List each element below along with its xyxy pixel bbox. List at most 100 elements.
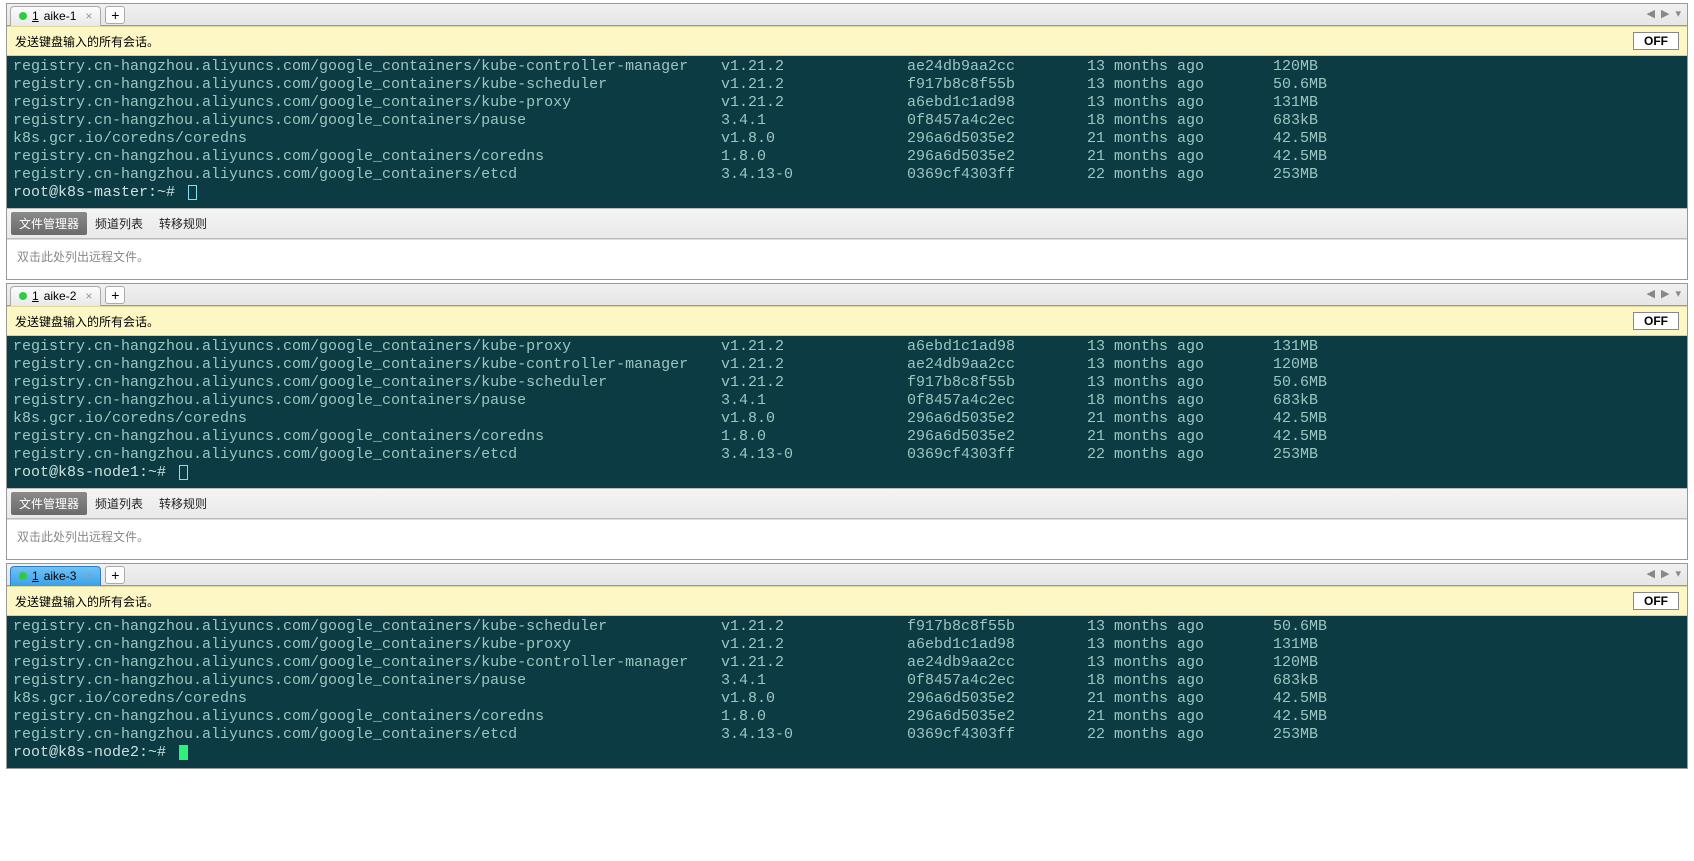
broadcast-off-button[interactable]: OFF [1633,592,1679,610]
bottom-tab[interactable]: 转移规则 [151,492,215,515]
col-size: 253MB [1273,166,1318,184]
col-image-id: 0f8457a4c2ec [907,672,1087,690]
col-size: 42.5MB [1273,428,1327,446]
col-image-id: 296a6d5035e2 [907,130,1087,148]
col-tag: 1.8.0 [721,428,907,446]
col-size: 253MB [1273,446,1318,464]
session-tab[interactable]: 1 aike-1× [10,6,101,26]
file-panel-placeholder[interactable]: 双击此处列出远程文件。 [7,239,1687,279]
col-created: 21 months ago [1087,148,1273,166]
image-row: registry.cn-hangzhou.aliyuncs.com/google… [13,338,1681,356]
col-created: 13 months ago [1087,636,1273,654]
image-row: registry.cn-hangzhou.aliyuncs.com/google… [13,112,1681,130]
tab-nav-left-icon[interactable]: ◀ [1645,7,1657,20]
col-image-id: 0f8457a4c2ec [907,112,1087,130]
bottom-tab-bar: 文件管理器频道列表转移规则 [7,208,1687,239]
col-tag: 3.4.13-0 [721,446,907,464]
col-image-id: ae24db9aa2cc [907,58,1087,76]
session-tab[interactable]: 1 aike-2× [10,286,101,306]
bottom-tab[interactable]: 频道列表 [87,212,151,235]
tab-nav-menu-icon[interactable]: ▾ [1673,567,1683,580]
col-repository: registry.cn-hangzhou.aliyuncs.com/google… [13,338,721,356]
col-repository: registry.cn-hangzhou.aliyuncs.com/google… [13,166,721,184]
col-image-id: a6ebd1c1ad98 [907,94,1087,112]
bottom-tab[interactable]: 文件管理器 [11,212,87,235]
broadcast-off-button[interactable]: OFF [1633,32,1679,50]
close-icon[interactable]: × [85,289,92,303]
col-repository: registry.cn-hangzhou.aliyuncs.com/google… [13,374,721,392]
col-image-id: 296a6d5035e2 [907,690,1087,708]
col-image-id: 0369cf4303ff [907,726,1087,744]
col-tag: v1.8.0 [721,690,907,708]
prompt-line[interactable]: root@k8s-master:~# [13,184,1681,202]
col-size: 42.5MB [1273,410,1327,428]
col-size: 131MB [1273,94,1318,112]
col-created: 13 months ago [1087,654,1273,672]
terminal-output[interactable]: registry.cn-hangzhou.aliyuncs.com/google… [7,616,1687,768]
tab-bar: 1 aike-2×+ ◀▶▾ [7,284,1687,306]
col-size: 131MB [1273,636,1318,654]
col-tag: 3.4.13-0 [721,166,907,184]
image-row: registry.cn-hangzhou.aliyuncs.com/google… [13,392,1681,410]
col-size: 50.6MB [1273,76,1327,94]
prompt-line[interactable]: root@k8s-node2:~# [13,744,1681,762]
banner-text: 发送键盘输入的所有会话。 [15,313,159,330]
image-row: registry.cn-hangzhou.aliyuncs.com/google… [13,708,1681,726]
banner-text: 发送键盘输入的所有会话。 [15,593,159,610]
session-tab[interactable]: 1 aike-3 × [10,566,101,586]
image-row: registry.cn-hangzhou.aliyuncs.com/google… [13,76,1681,94]
terminal-output[interactable]: registry.cn-hangzhou.aliyuncs.com/google… [7,56,1687,208]
col-tag: v1.21.2 [721,654,907,672]
tab-nav-right-icon[interactable]: ▶ [1659,287,1671,300]
col-repository: registry.cn-hangzhou.aliyuncs.com/google… [13,618,721,636]
bottom-tab[interactable]: 频道列表 [87,492,151,515]
tab-nav-left-icon[interactable]: ◀ [1645,287,1657,300]
col-repository: registry.cn-hangzhou.aliyuncs.com/google… [13,58,721,76]
col-created: 22 months ago [1087,166,1273,184]
close-icon[interactable]: × [85,9,92,23]
tab-nav-right-icon[interactable]: ▶ [1659,7,1671,20]
prompt-line[interactable]: root@k8s-node1:~# [13,464,1681,482]
add-tab-button[interactable]: + [105,566,125,584]
col-created: 22 months ago [1087,446,1273,464]
image-row: registry.cn-hangzhou.aliyuncs.com/google… [13,58,1681,76]
col-image-id: 296a6d5035e2 [907,148,1087,166]
col-repository: registry.cn-hangzhou.aliyuncs.com/google… [13,392,721,410]
col-created: 13 months ago [1087,374,1273,392]
image-row: registry.cn-hangzhou.aliyuncs.com/google… [13,726,1681,744]
tab-nav-left-icon[interactable]: ◀ [1645,567,1657,580]
bottom-tab[interactable]: 文件管理器 [11,492,87,515]
close-icon[interactable]: × [85,569,92,583]
col-size: 131MB [1273,338,1318,356]
col-tag: 3.4.1 [721,112,907,130]
col-tag: v1.21.2 [721,356,907,374]
image-row: registry.cn-hangzhou.aliyuncs.com/google… [13,636,1681,654]
col-tag: v1.8.0 [721,410,907,428]
col-tag: 3.4.1 [721,672,907,690]
broadcast-off-button[interactable]: OFF [1633,312,1679,330]
tab-number: 1 [32,569,39,583]
col-created: 21 months ago [1087,708,1273,726]
add-tab-button[interactable]: + [105,286,125,304]
image-row: registry.cn-hangzhou.aliyuncs.com/google… [13,94,1681,112]
col-created: 13 months ago [1087,618,1273,636]
cursor-icon [179,465,188,480]
file-panel-placeholder[interactable]: 双击此处列出远程文件。 [7,519,1687,559]
col-created: 21 months ago [1087,410,1273,428]
tab-number: 1 [32,9,39,23]
cursor-icon [179,745,188,760]
terminal-pane: 1 aike-1×+◀▶▾发送键盘输入的所有会话。OFFregistry.cn-… [6,3,1688,280]
add-tab-button[interactable]: + [105,6,125,24]
tab-label: aike-3 [44,569,77,583]
col-created: 21 months ago [1087,690,1273,708]
tab-nav-menu-icon[interactable]: ▾ [1673,7,1683,20]
banner-text: 发送键盘输入的所有会话。 [15,33,159,50]
broadcast-banner: 发送键盘输入的所有会话。 OFF [7,26,1687,56]
tab-bar: 1 aike-3 × + ◀▶▾ [7,564,1687,586]
terminal-output[interactable]: registry.cn-hangzhou.aliyuncs.com/google… [7,336,1687,488]
tab-nav-right-icon[interactable]: ▶ [1659,567,1671,580]
col-size: 42.5MB [1273,690,1327,708]
tab-nav-menu-icon[interactable]: ▾ [1673,287,1683,300]
bottom-tab[interactable]: 转移规则 [151,212,215,235]
col-size: 120MB [1273,58,1318,76]
